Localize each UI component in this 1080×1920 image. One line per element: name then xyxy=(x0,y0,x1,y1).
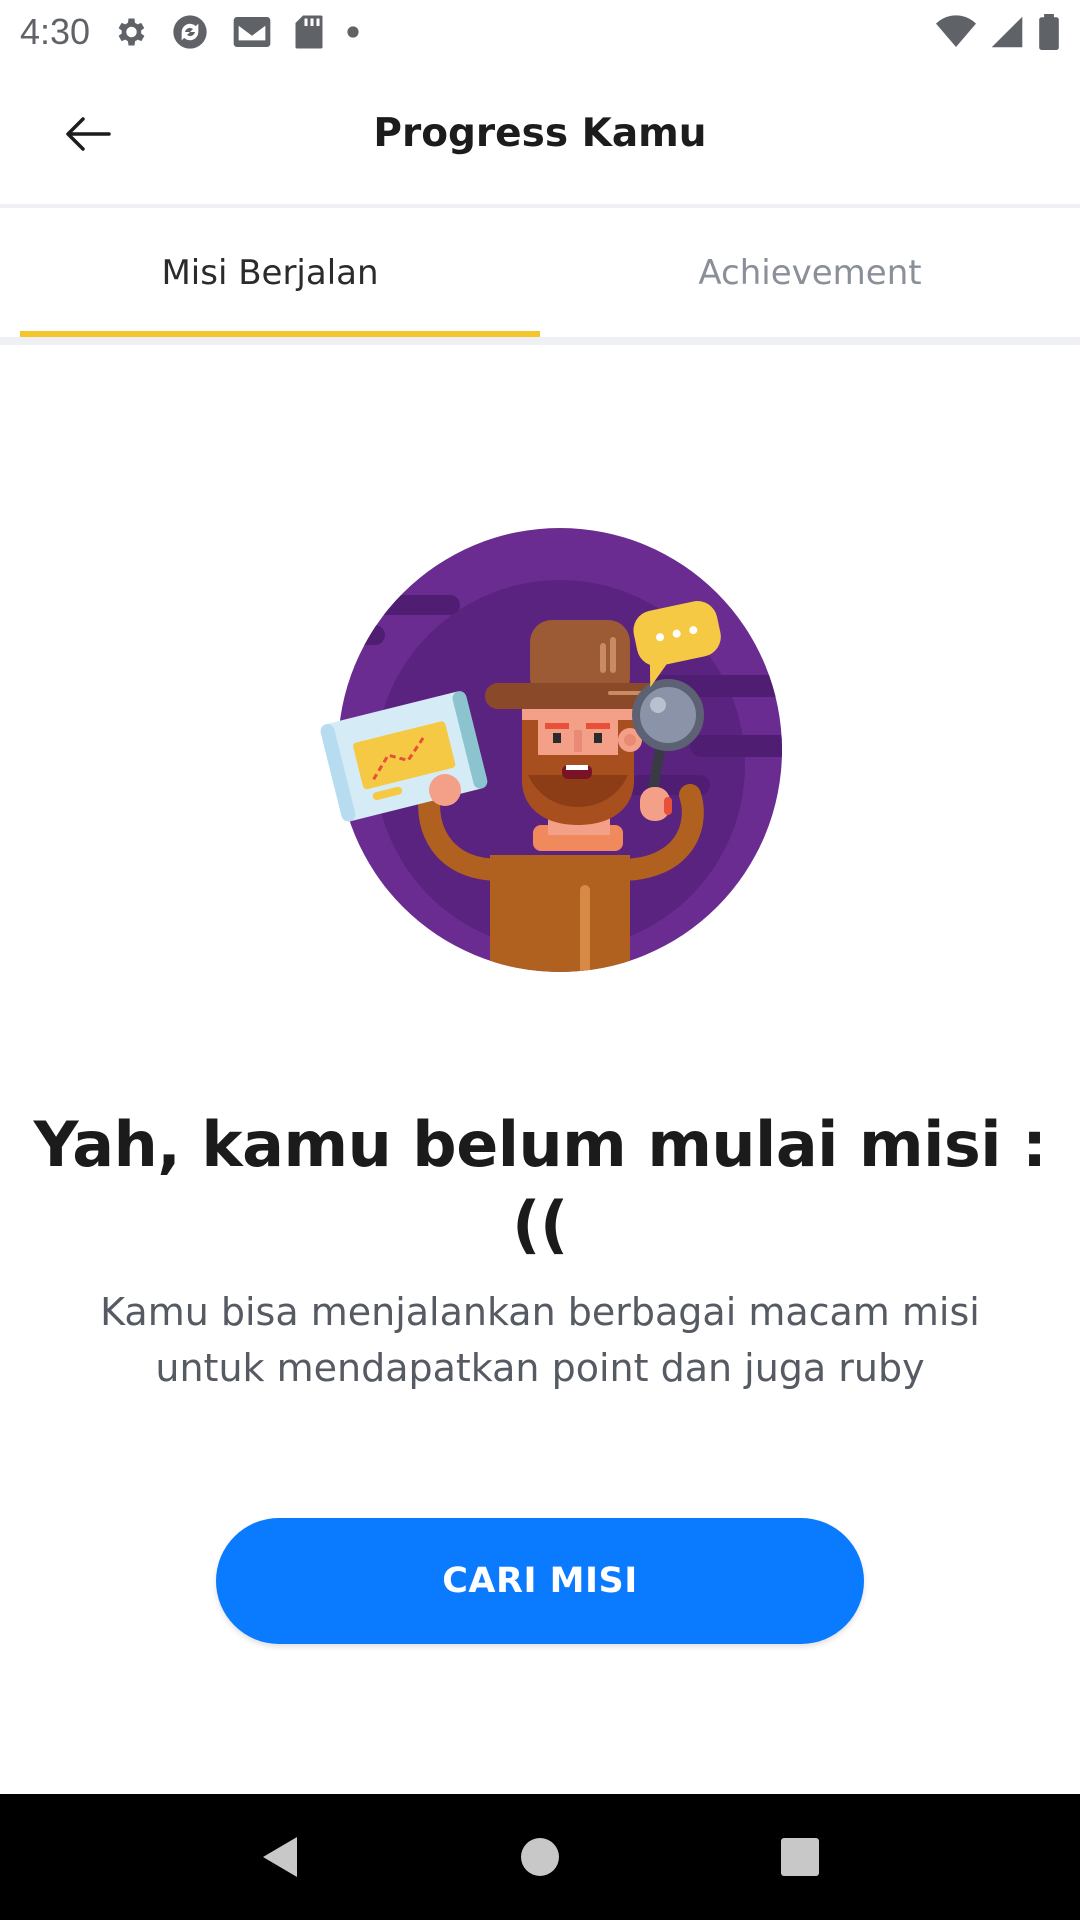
dot-icon xyxy=(347,25,359,38)
tab-misi-berjalan[interactable]: Misi Berjalan xyxy=(0,208,540,337)
recents-square-icon xyxy=(781,1838,819,1876)
page-title: Progress Kamu xyxy=(373,111,707,156)
status-time: 4:30 xyxy=(20,10,91,52)
system-nav-bar xyxy=(0,1794,1080,1920)
sync-icon xyxy=(173,14,207,49)
tab-label: Achievement xyxy=(698,252,922,293)
status-icons-left xyxy=(112,12,360,52)
explorer-illustration xyxy=(320,528,782,972)
gmail-icon xyxy=(233,16,271,47)
status-right xyxy=(936,13,1060,50)
tab-active-indicator xyxy=(20,331,540,337)
nav-recents-button[interactable] xyxy=(760,1817,840,1897)
empty-state-title: Yah, kamu belum mulai misi : (( xyxy=(33,1108,1047,1261)
battery-icon xyxy=(1039,13,1059,50)
arrow-left-icon xyxy=(66,116,111,151)
app-bar: Progress Kamu xyxy=(0,63,1080,208)
empty-state-description: Kamu bisa menjalankan berbagai macam mis… xyxy=(100,1290,980,1390)
nav-home-button[interactable] xyxy=(500,1817,580,1897)
wifi-icon xyxy=(936,14,976,47)
status-left: 4:30 xyxy=(20,11,360,53)
status-bar: 4:30 xyxy=(0,0,1080,63)
back-button[interactable] xyxy=(48,94,128,174)
tab-achievement[interactable]: Achievement xyxy=(540,208,1080,337)
cari-misi-label: CARI MISI xyxy=(442,1561,638,1601)
settings-icon xyxy=(118,18,145,45)
tab-label: Misi Berjalan xyxy=(161,252,379,293)
signal-icon xyxy=(991,16,1023,47)
cari-misi-button[interactable]: CARI MISI xyxy=(216,1518,864,1644)
screen: 4:30 Progress Kamu Misi Berjalan Achieve… xyxy=(0,0,1080,1920)
home-circle-icon xyxy=(521,1838,559,1876)
nav-back-button[interactable] xyxy=(240,1817,320,1897)
back-triangle-icon xyxy=(263,1837,297,1877)
tab-bar: Misi Berjalan Achievement xyxy=(0,208,1080,345)
sd-card-icon xyxy=(295,15,323,48)
